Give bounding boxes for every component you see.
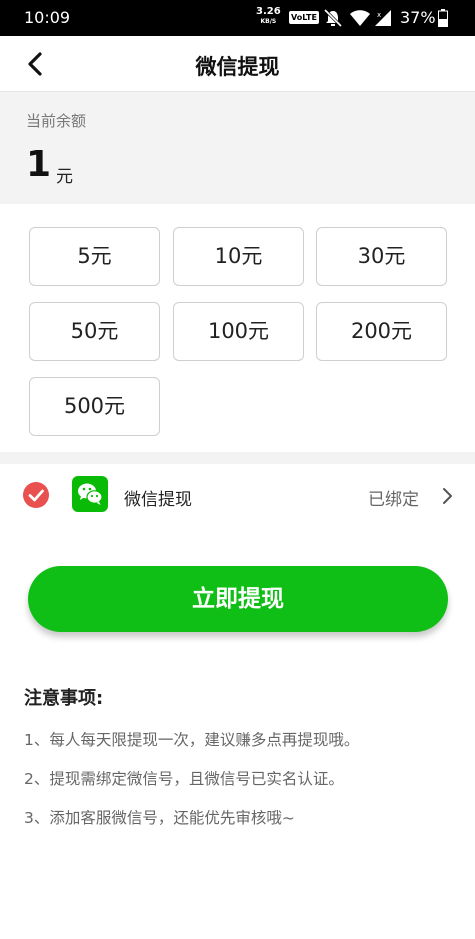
wifi-icon [350, 10, 370, 26]
nav-bar: 微信提现 [0, 36, 475, 92]
chevron-right-icon[interactable] [441, 486, 455, 506]
battery-icon [438, 9, 448, 27]
network-speed-value: 3.26 [256, 6, 281, 17]
wechat-icon [72, 476, 108, 512]
wechat-payment-row[interactable]: 微信提现 已绑定 [0, 464, 475, 528]
amount-option-50[interactable]: 50元 [29, 302, 160, 361]
amount-option-10[interactable]: 10元 [173, 227, 304, 286]
balance-section: 当前余额 1 元 [0, 92, 475, 204]
balance-value: 1 [26, 144, 52, 185]
signal-icon: x [375, 10, 391, 26]
volte-badge: VoLTE [289, 11, 319, 24]
checked-icon[interactable] [23, 482, 49, 508]
balance-label: 当前余额 [26, 112, 87, 130]
amount-option-100[interactable]: 100元 [173, 302, 304, 361]
balance-unit: 元 [56, 167, 73, 187]
status-time: 10:09 [24, 8, 71, 27]
withdraw-now-button[interactable]: 立即提现 [28, 566, 448, 632]
amount-option-5[interactable]: 5元 [29, 227, 160, 286]
page-title: 微信提现 [195, 55, 280, 79]
amount-option-500[interactable]: 500元 [29, 377, 160, 436]
notes-title: 注意事项: [24, 688, 104, 709]
section-divider [0, 452, 475, 464]
note-item-2: 2、提现需绑定微信号，且微信号已实名认证。 [24, 770, 344, 788]
mute-icon [323, 9, 343, 27]
svg-text:x: x [377, 11, 381, 19]
status-bar: 10:09 3.26 KB/S VoLTE x 37% [0, 0, 475, 36]
battery-percent: 37% [400, 8, 436, 27]
amount-option-30[interactable]: 30元 [316, 227, 447, 286]
payment-label: 微信提现 [124, 490, 192, 510]
bound-status: 已绑定 [368, 490, 419, 510]
note-item-1: 1、每人每天限提现一次，建议赚多点再提现哦。 [24, 731, 360, 749]
amount-option-200[interactable]: 200元 [316, 302, 447, 361]
note-item-3: 3、添加客服微信号，还能优先审核哦~ [24, 809, 295, 827]
network-speed-unit: KB/S [260, 18, 277, 25]
network-speed: 3.26 KB/S [256, 7, 281, 27]
